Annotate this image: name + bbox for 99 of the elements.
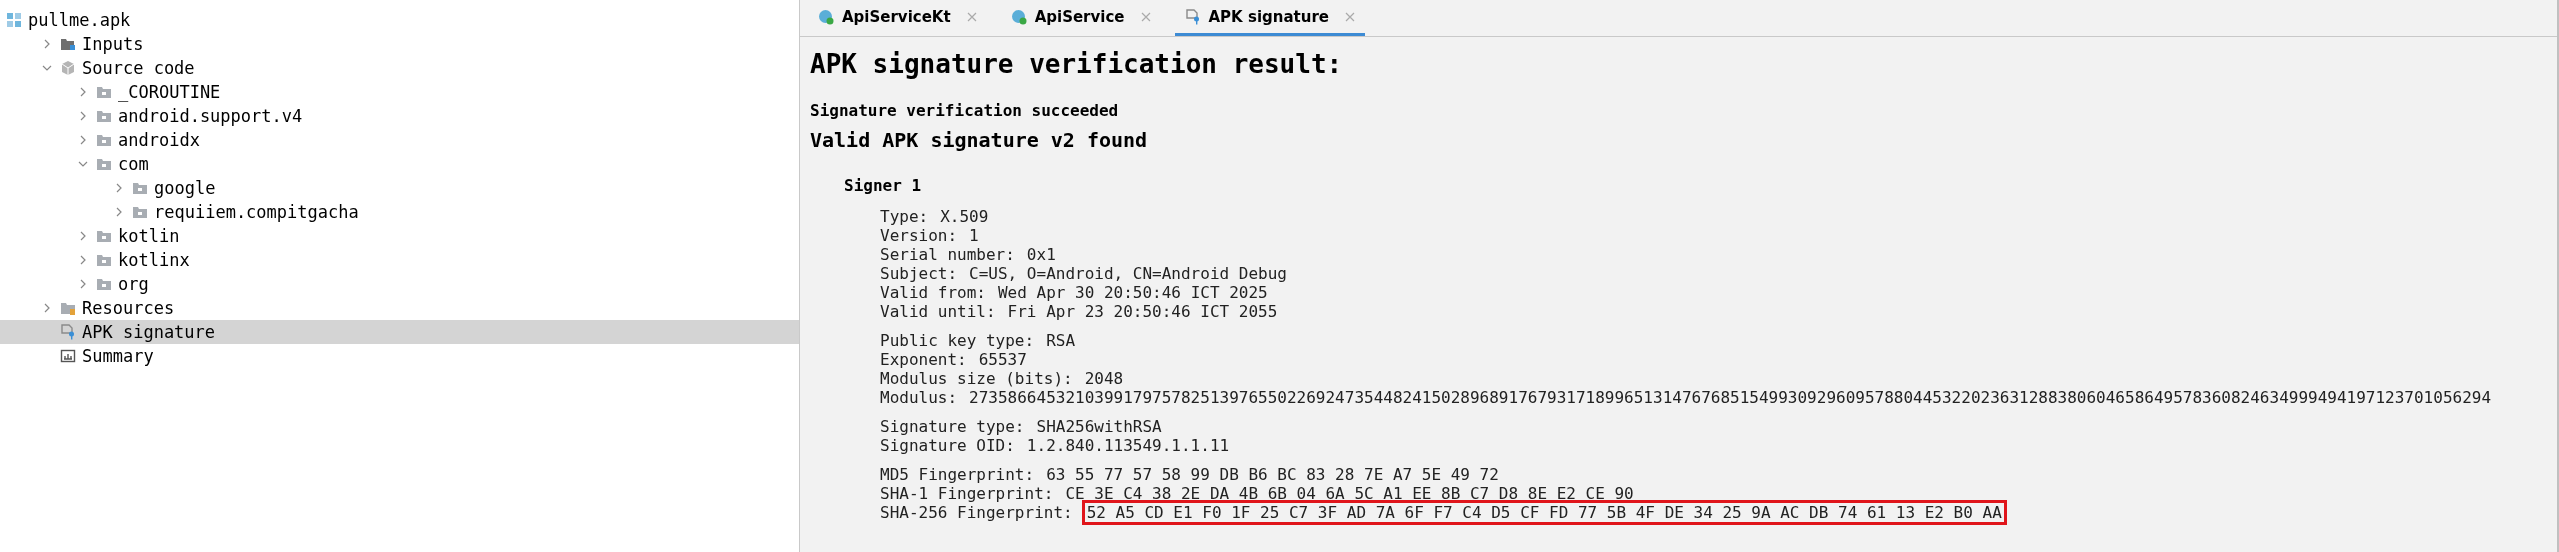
field-label: Modulus: xyxy=(880,388,958,407)
field-value: 65537 xyxy=(977,349,1028,371)
tree-item[interactable]: kotlin xyxy=(0,224,799,248)
tree-item[interactable]: Resources xyxy=(0,296,799,320)
field-value: 27358664532103991797578251397655022692473544824150289689176793171899651314767685154993092960957880445322023631288380604658649578360824634999494197123701056294 xyxy=(968,387,2493,409)
tree-item-label: requiiem.compitgacha xyxy=(154,202,359,222)
chevron-icon[interactable] xyxy=(42,303,52,313)
chevron-icon[interactable] xyxy=(42,63,52,73)
editor-tab[interactable]: ApiService xyxy=(1000,0,1161,36)
field-label: Version: xyxy=(880,226,958,245)
chevron-icon[interactable] xyxy=(114,207,124,217)
tree-item-label: Source code xyxy=(82,58,195,78)
field-value: Wed Apr 30 20:50:46 ICT 2025 xyxy=(996,282,1269,304)
signer-heading: Signer 1 xyxy=(844,176,923,195)
folder-icon xyxy=(132,180,148,196)
field-label: SHA-256 Fingerprint: xyxy=(880,503,1073,522)
tree-item[interactable]: android.support.v4 xyxy=(0,104,799,128)
field-label: Valid from: xyxy=(880,283,986,302)
editor-tab[interactable]: ApiServiceKt xyxy=(808,0,987,36)
tree-item[interactable]: _COROUTINE xyxy=(0,80,799,104)
chevron-icon[interactable] xyxy=(78,255,88,265)
field-label: SHA-1 Fingerprint: xyxy=(880,484,1054,503)
chevron-icon[interactable] xyxy=(78,87,88,97)
tree-item[interactable]: androidx xyxy=(0,128,799,152)
field-value: RSA xyxy=(1045,330,1077,352)
tree-item-label: org xyxy=(118,274,149,294)
close-icon[interactable] xyxy=(966,11,977,22)
field-value: Fri Apr 23 20:50:46 ICT 2055 xyxy=(1006,301,1279,323)
tree-item[interactable]: Inputs xyxy=(0,32,799,56)
tree-item-label: Inputs xyxy=(82,34,144,54)
tree-item-label: pullme.apk xyxy=(28,10,131,30)
field-value: 2048 xyxy=(1083,368,1125,390)
tree-item[interactable]: pullme.apk xyxy=(0,8,799,32)
chevron-icon[interactable] xyxy=(78,231,88,241)
status-text: Signature verification succeeded xyxy=(810,101,1120,120)
grid-icon xyxy=(6,12,22,28)
tree-item[interactable]: google xyxy=(0,176,799,200)
report-title: APK signature verification result: xyxy=(810,49,1344,79)
folder-icon xyxy=(96,252,112,268)
folder-icon xyxy=(96,276,112,292)
tree-item[interactable]: kotlinx xyxy=(0,248,799,272)
chevron-icon[interactable] xyxy=(114,183,124,193)
tree-item[interactable]: Summary xyxy=(0,344,799,368)
class-icon xyxy=(818,8,834,25)
field-label: Exponent: xyxy=(880,350,967,369)
field-label: Signature type: xyxy=(880,417,1025,436)
folder-icon xyxy=(60,300,76,316)
tree-item-label: _COROUTINE xyxy=(118,82,221,102)
tree-item-label: androidx xyxy=(118,130,200,150)
chevron-icon[interactable] xyxy=(78,159,88,169)
chevron-icon[interactable] xyxy=(78,111,88,121)
field-value: X.509 xyxy=(939,206,990,228)
folder-icon xyxy=(96,156,112,172)
editor-tab[interactable]: APK signature xyxy=(1174,0,1365,36)
tree-item-label: android.support.v4 xyxy=(118,106,303,126)
field-value: 0x1 xyxy=(1025,244,1057,266)
certificate-icon xyxy=(60,324,76,340)
tree-item-label: Resources xyxy=(82,298,175,318)
class-icon xyxy=(1010,8,1027,25)
tree-item[interactable]: org xyxy=(0,272,799,296)
chart-icon xyxy=(60,348,76,364)
field-value: SHA256withRSA xyxy=(1035,416,1163,438)
certificate-icon xyxy=(1184,8,1201,25)
folder-icon xyxy=(60,36,76,52)
tree-item-label: com xyxy=(118,154,149,174)
folder-icon xyxy=(132,204,148,220)
folder-icon xyxy=(96,108,112,124)
folder-icon xyxy=(96,228,112,244)
field-value: 63 55 77 57 58 99 DB B6 BC 83 28 7E A7 5E 49 72 xyxy=(1045,464,1500,486)
tree-item-label: kotlin xyxy=(118,226,180,246)
cube-icon xyxy=(60,60,76,76)
chevron-icon[interactable] xyxy=(78,135,88,145)
tree-item[interactable]: requiiem.compitgacha xyxy=(0,200,799,224)
field-label: Type: xyxy=(880,207,929,226)
folder-icon xyxy=(96,84,112,100)
close-icon[interactable] xyxy=(1140,11,1151,22)
tree-item-label: APK signature xyxy=(82,322,216,342)
tree-item[interactable]: Source code xyxy=(0,56,799,80)
chevron-icon[interactable] xyxy=(42,39,52,49)
field-label: Serial number: xyxy=(880,245,1015,264)
field-value: 1.2.840.113549.1.1.11 xyxy=(1025,435,1231,457)
tree-item-label: Summary xyxy=(82,346,154,366)
close-icon[interactable] xyxy=(1345,11,1355,22)
field-label: Subject: xyxy=(880,264,958,283)
tree-item-label: google xyxy=(154,178,216,198)
result-heading: Valid APK signature v2 found xyxy=(810,128,1149,152)
field-label: Public key type: xyxy=(880,331,1035,350)
chevron-icon[interactable] xyxy=(78,279,88,289)
tree-item-label: kotlinx xyxy=(118,250,190,270)
field-value: 52 A5 CD E1 F0 1F 25 C7 3F AD 7A 6F F7 C4 D5 CF FD 77 5B 4F DE 34 25 9A AC DB 74 61 13 E2 B0 AA xyxy=(1081,500,2007,525)
folder-icon xyxy=(96,132,112,148)
field-label: Valid until: xyxy=(880,302,996,321)
tree-item[interactable]: APK signature xyxy=(0,320,799,344)
tree-item[interactable]: com xyxy=(0,152,799,176)
field-label: MD5 Fingerprint: xyxy=(880,465,1035,484)
field-value: 1 xyxy=(968,225,980,247)
field-label: Signature OID: xyxy=(880,436,1015,455)
field-value: C=US, O=Android, CN=Android Debug xyxy=(968,263,1288,285)
field-label: Modulus size (bits): xyxy=(880,369,1073,388)
